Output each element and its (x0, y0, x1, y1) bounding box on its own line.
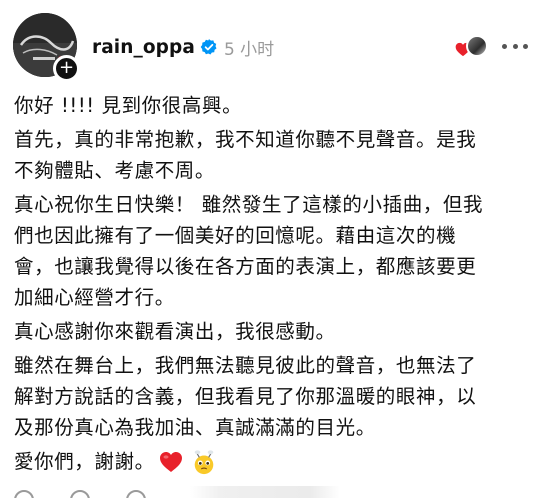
post-header: + rain_oppa 5 小时 (0, 0, 543, 90)
like-action-icon[interactable] (14, 490, 34, 498)
follow-add-icon[interactable]: + (53, 55, 80, 82)
caption-paragraph: 真心祝你生日快樂！ 雖然發生了這樣的小插曲，但我 們也因此擁有了一個美好的回憶呢… (14, 193, 484, 309)
username[interactable]: rain_oppa (92, 37, 195, 58)
more-dot (512, 43, 518, 49)
pleading-face-icon (194, 449, 213, 474)
post-caption: 你好 !!!! 見到你很高興。 首先，真的非常抱歉，我不知道你聽不見聲音。是我 … (14, 90, 534, 477)
reactor-photo (466, 35, 488, 57)
watermark-overlay (190, 486, 340, 498)
more-dot (523, 43, 528, 49)
caption-paragraph: 真心感謝你來觀看演出，我很感動。 (14, 320, 336, 343)
more-dot (502, 43, 507, 49)
more-horizontal-icon[interactable] (502, 36, 528, 56)
caption-paragraph: 雖然在舞台上，我們無法聽見彼此的聲音，也無法了 解對方說話的含義，但我看見了你那… (14, 354, 477, 439)
verified-badge-icon (200, 38, 218, 56)
caption-paragraph: 首先，真的非常抱歉，我不知道你聽不見聲音。是我 不夠體貼、考慮不周。 (14, 128, 477, 182)
caption-paragraph: 你好 !!!! 見到你很高興。 (14, 94, 243, 117)
post-timestamp: 5 小时 (223, 39, 275, 60)
caption-paragraph: 愛你們，謝謝。 (14, 450, 155, 473)
liked-by-avatar[interactable] (455, 33, 491, 59)
red-heart-icon (159, 451, 182, 472)
post-actions (0, 486, 543, 498)
user-row: rain_oppa 5 小时 (92, 34, 274, 60)
repost-action-icon[interactable] (126, 490, 146, 498)
comment-action-icon[interactable] (70, 490, 90, 498)
caption-closing-line: 愛你們，謝謝。 (14, 446, 534, 477)
